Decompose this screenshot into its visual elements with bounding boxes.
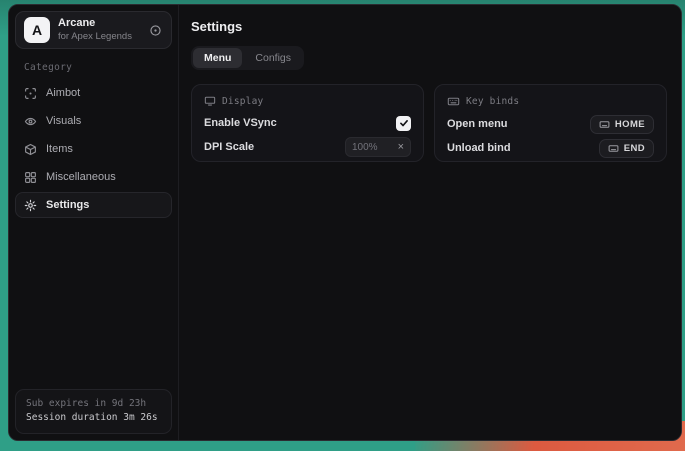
open-menu-keybind-button[interactable]: HOME (590, 115, 654, 134)
unload-key: END (624, 143, 645, 154)
sidebar: A Arcane for Apex Legends Category (9, 5, 179, 440)
sub-expires-text: Sub expires in 9d 23h (26, 397, 161, 411)
grid-icon (24, 171, 37, 184)
sidebar-item-aimbot[interactable]: Aimbot (15, 80, 172, 106)
eye-icon (24, 115, 37, 128)
category-label: Category (24, 62, 172, 73)
open-menu-key: HOME (615, 119, 645, 130)
sidebar-item-label: Settings (46, 199, 89, 211)
monitor-icon (204, 95, 216, 107)
dpi-scale-value: 100% (352, 142, 378, 153)
unload-keybind-button[interactable]: END (599, 139, 654, 158)
sidebar-item-visuals[interactable]: Visuals (15, 108, 172, 134)
open-menu-label: Open menu (447, 118, 508, 130)
unload-bind-row: Unload bind END (447, 140, 654, 156)
keyboard-icon (608, 143, 619, 154)
crosshair-icon (24, 87, 37, 100)
keybinds-card-title: Key binds (466, 96, 519, 107)
sidebar-item-miscellaneous[interactable]: Miscellaneous (15, 164, 172, 190)
app-logo: A (24, 17, 50, 43)
vsync-row: Enable VSync (204, 115, 411, 131)
display-card-title: Display (222, 96, 263, 107)
settings-cards: Display Enable VSync DPI Scale 100% × (191, 84, 667, 162)
sidebar-item-label: Visuals (46, 115, 81, 127)
open-menu-row: Open menu HOME (447, 116, 654, 132)
sidebar-item-label: Aimbot (46, 87, 80, 99)
clear-icon[interactable]: × (398, 142, 404, 153)
vsync-checkbox[interactable] (396, 116, 411, 131)
display-card: Display Enable VSync DPI Scale 100% × (191, 84, 424, 162)
main-panel: Settings Menu Configs Display E (179, 5, 681, 440)
app-subtitle: for Apex Legends (58, 31, 132, 43)
keyboard-icon (599, 119, 610, 130)
gear-icon (24, 199, 37, 212)
sidebar-item-items[interactable]: Items (15, 136, 172, 162)
sidebar-item-label: Items (46, 143, 73, 155)
sidebar-item-label: Miscellaneous (46, 171, 116, 183)
box-icon (24, 143, 37, 156)
keyboard-icon (447, 95, 460, 108)
keybinds-card-header: Key binds (447, 95, 654, 108)
display-card-header: Display (204, 95, 411, 107)
tab-menu[interactable]: Menu (193, 48, 242, 68)
dpi-scale-input[interactable]: 100% × (345, 137, 411, 157)
keybinds-card: Key binds Open menu HOME Unload bind (434, 84, 667, 162)
vsync-label: Enable VSync (204, 117, 277, 129)
scope-icon[interactable] (149, 24, 162, 37)
subscription-info-card: Sub expires in 9d 23h Session duration 3… (15, 389, 172, 434)
dpi-row: DPI Scale 100% × (204, 139, 411, 155)
dpi-label: DPI Scale (204, 141, 254, 153)
brand-card: A Arcane for Apex Legends (15, 11, 172, 49)
app-window: A Arcane for Apex Legends Category (8, 4, 682, 441)
app-name: Arcane (58, 17, 132, 31)
tab-group: Menu Configs (191, 46, 304, 70)
tab-configs[interactable]: Configs (244, 48, 302, 68)
sidebar-item-settings[interactable]: Settings (15, 192, 172, 218)
brand-text: Arcane for Apex Legends (58, 17, 132, 43)
page-title: Settings (191, 19, 667, 34)
unload-bind-label: Unload bind (447, 142, 511, 154)
session-duration-text: Session duration 3m 26s (26, 411, 161, 425)
